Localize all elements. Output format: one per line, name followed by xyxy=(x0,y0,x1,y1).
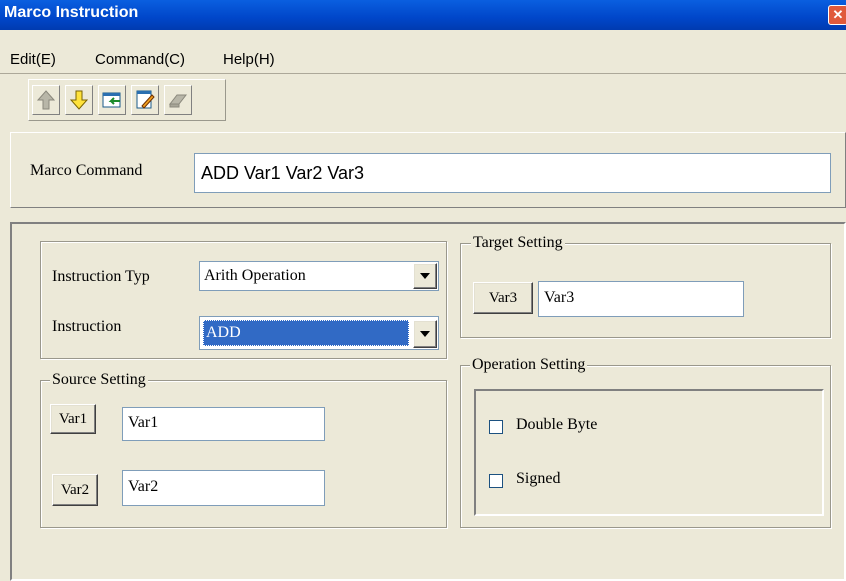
instruction-type-value: Arith Operation xyxy=(204,267,306,284)
erase-button[interactable] xyxy=(164,85,192,115)
instruction-select[interactable]: ADD xyxy=(199,316,439,350)
menu-help[interactable]: Help(H) xyxy=(223,51,275,68)
arrow-up-icon xyxy=(37,90,55,110)
chevron-down-icon xyxy=(420,331,430,337)
move-down-button[interactable] xyxy=(65,85,93,115)
instruction-type-dropdown-button[interactable] xyxy=(413,263,437,289)
instruction-type-select[interactable]: Arith Operation xyxy=(199,261,439,291)
var1-input[interactable]: Var1 xyxy=(122,407,325,441)
chevron-down-icon xyxy=(420,273,430,279)
insert-icon xyxy=(102,92,121,108)
var1-button[interactable]: Var1 xyxy=(50,404,96,434)
menu-command[interactable]: Command(C) xyxy=(95,51,185,68)
instruction-value: ADD xyxy=(206,324,241,341)
command-label: Marco Command xyxy=(30,162,143,179)
close-button[interactable]: ✕ xyxy=(828,5,846,25)
target-setting-legend: Target Setting xyxy=(471,234,565,252)
arrow-down-icon xyxy=(70,90,88,110)
var2-input[interactable]: Var2 xyxy=(122,470,325,506)
menu-divider xyxy=(0,73,846,74)
double-byte-label: Double Byte xyxy=(516,416,598,433)
double-byte-checkbox[interactable] xyxy=(489,420,503,434)
var2-button[interactable]: Var2 xyxy=(52,474,98,506)
operation-inner-panel xyxy=(474,389,824,516)
operation-setting-legend: Operation Setting xyxy=(470,356,588,374)
edit-icon xyxy=(136,90,155,109)
move-up-button[interactable] xyxy=(32,85,60,115)
signed-label: Signed xyxy=(516,470,561,487)
signed-checkbox[interactable] xyxy=(489,474,503,488)
close-icon: ✕ xyxy=(832,7,844,22)
edit-button[interactable] xyxy=(131,85,159,115)
eraser-icon xyxy=(168,94,188,108)
instruction-type-label: Instruction Typ xyxy=(52,268,150,285)
var3-button[interactable]: Var3 xyxy=(473,282,533,314)
window-title: Marco Instruction xyxy=(4,4,139,21)
command-input[interactable]: ADD Var1 Var2 Var3 xyxy=(194,153,831,193)
instruction-dropdown-button[interactable] xyxy=(413,320,437,348)
var3-input[interactable]: Var3 xyxy=(538,281,744,317)
instruction-label: Instruction xyxy=(52,318,122,335)
source-setting-legend: Source Setting xyxy=(50,371,148,389)
menu-edit[interactable]: Edit(E) xyxy=(10,51,56,68)
insert-button[interactable] xyxy=(98,85,126,115)
